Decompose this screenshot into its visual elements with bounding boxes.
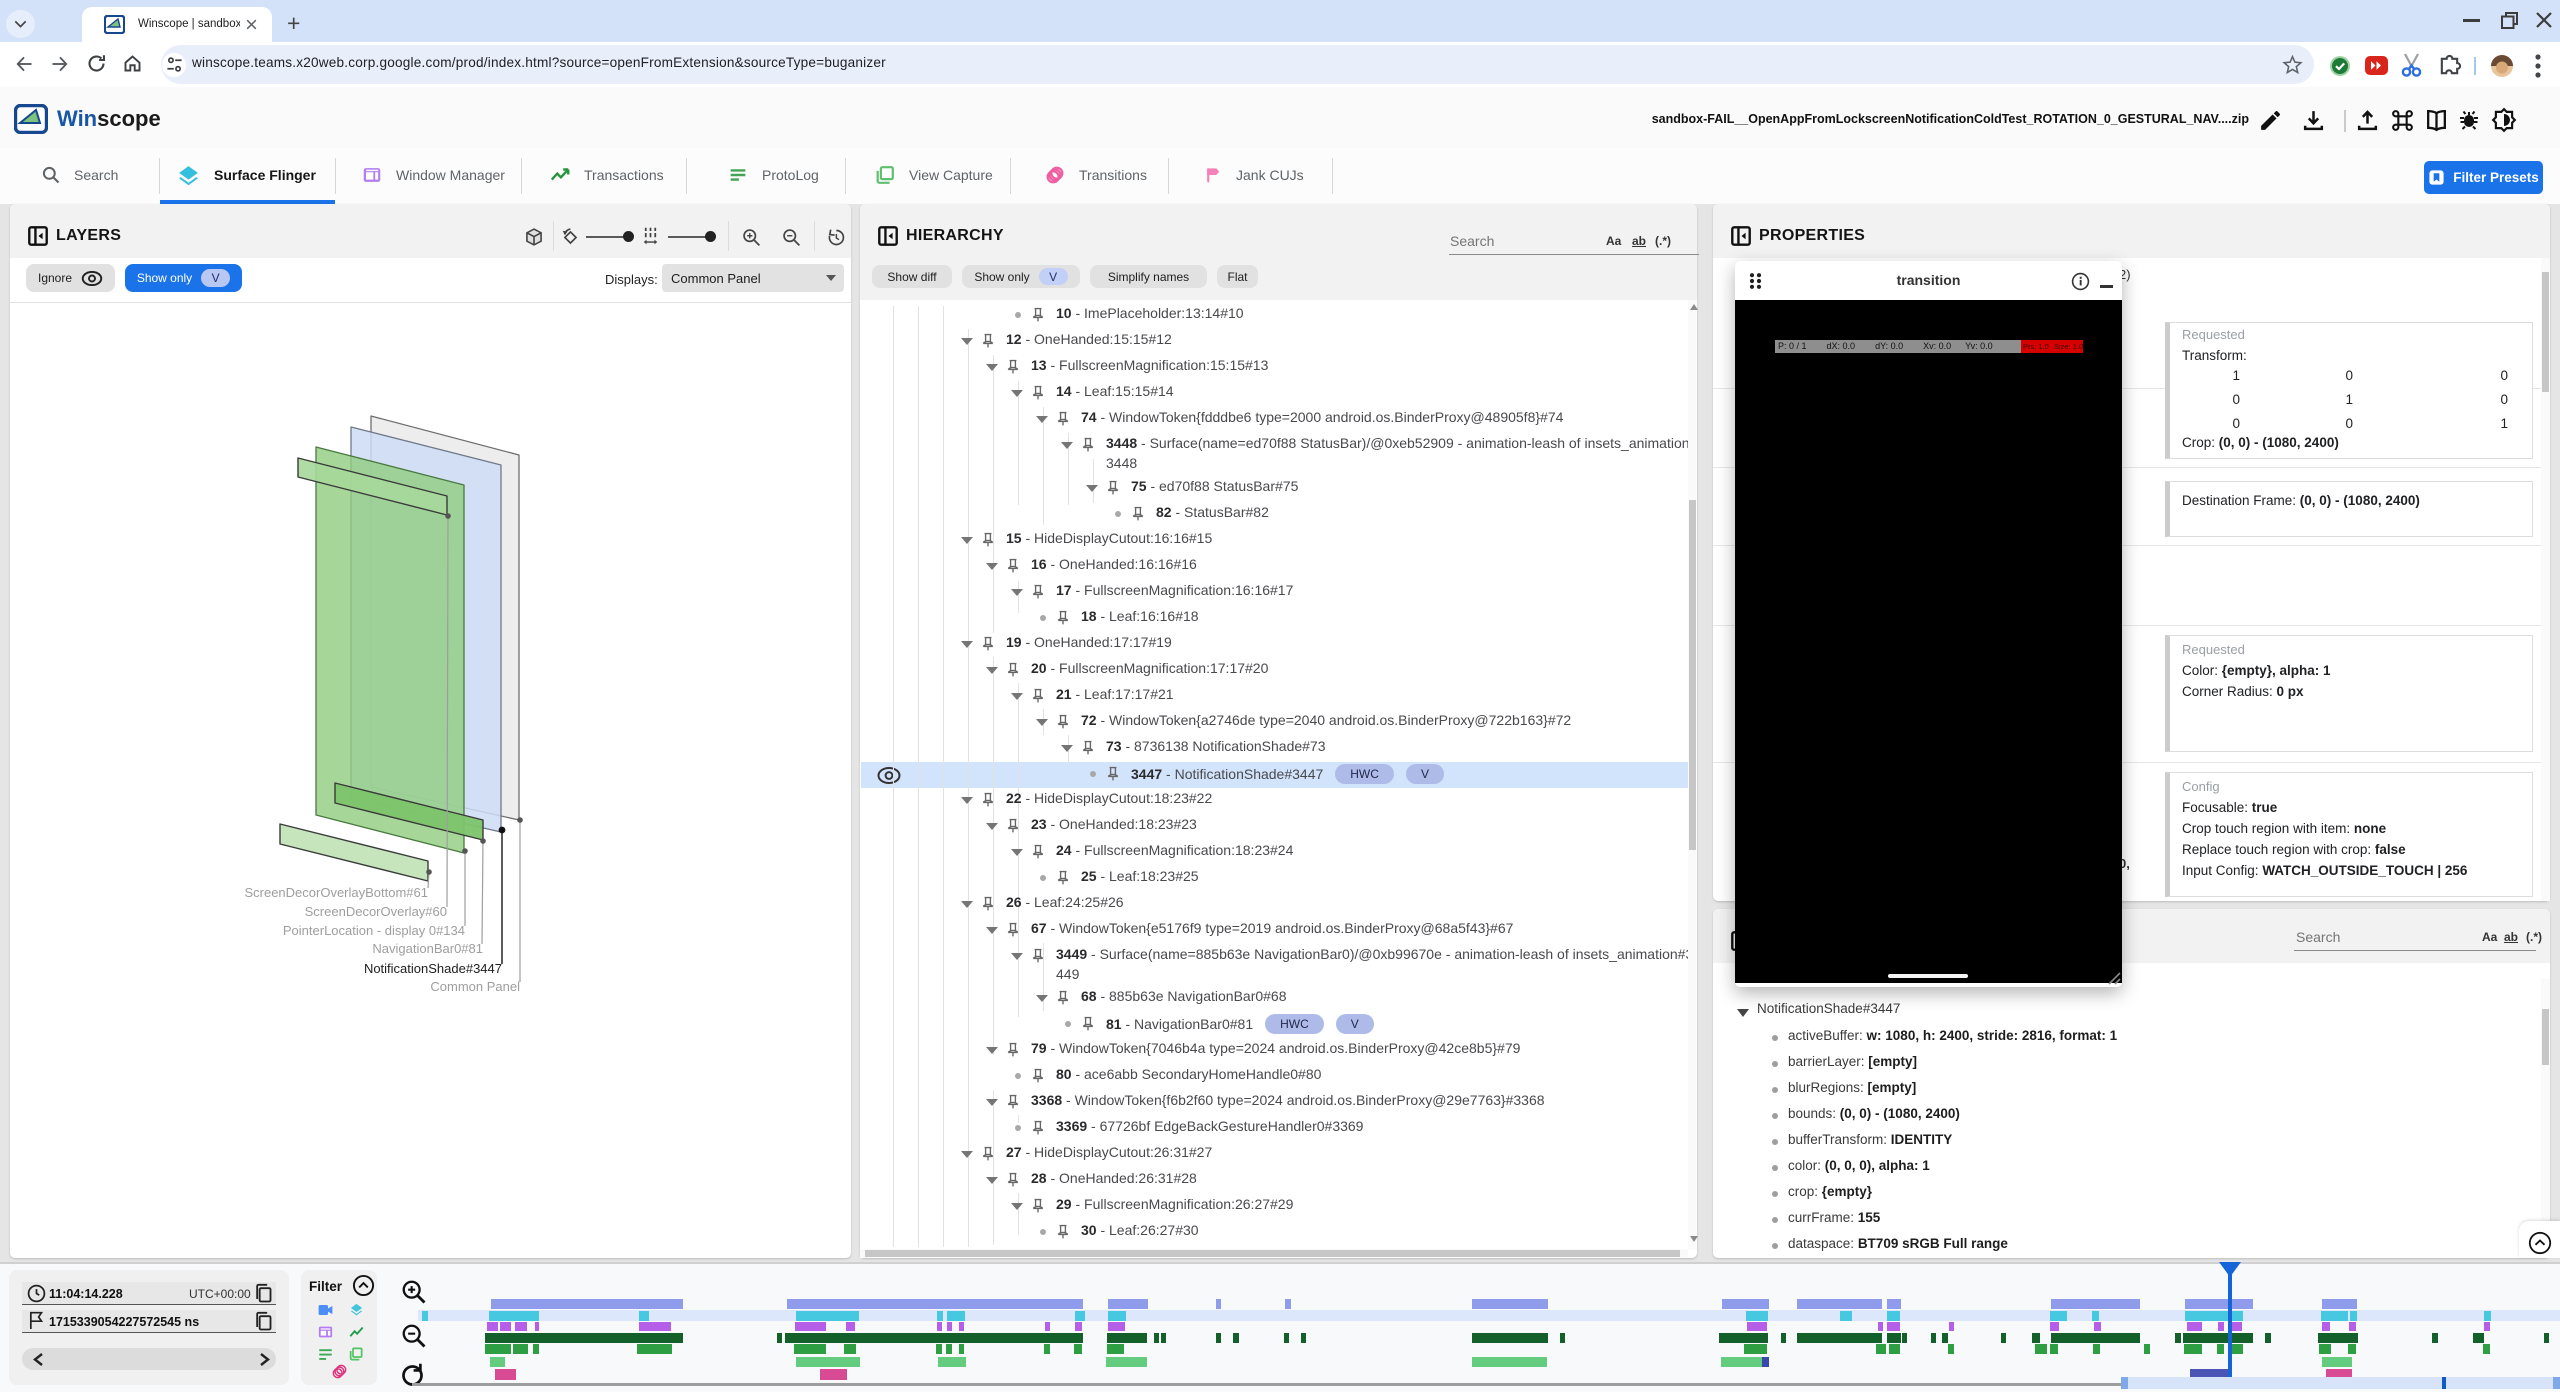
svg-text:NavigationBar0#81: NavigationBar0#81 [372, 941, 483, 956]
svg-text:ScreenDecorOverlay#60: ScreenDecorOverlay#60 [305, 904, 447, 919]
svg-text:ScreenDecorOverlayBottom#61: ScreenDecorOverlayBottom#61 [244, 885, 428, 900]
svg-text:PointerLocation - display 0#13: PointerLocation - display 0#134 [283, 923, 465, 938]
svg-text:Common Panel: Common Panel [430, 979, 520, 994]
svg-text:NotificationShade#3447: NotificationShade#3447 [364, 961, 502, 976]
